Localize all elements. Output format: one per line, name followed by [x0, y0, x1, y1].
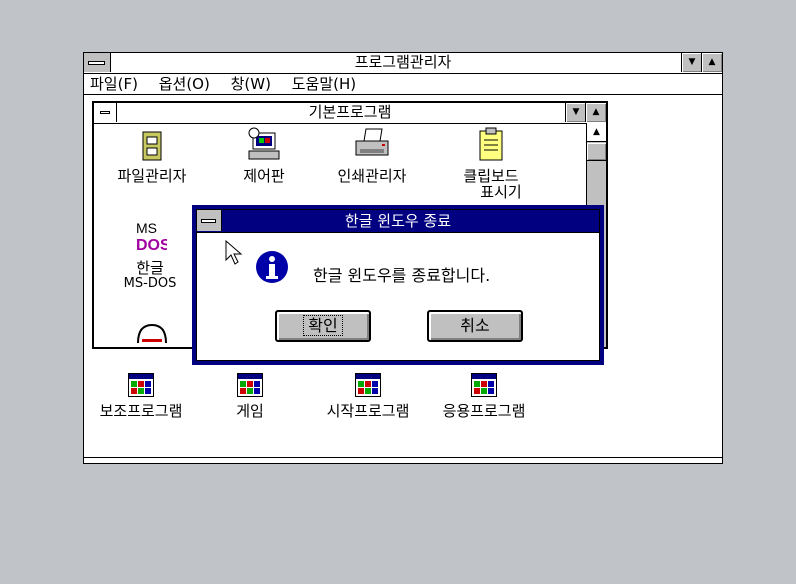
- info-icon: [256, 251, 288, 283]
- dialog-system-menu-icon[interactable]: [197, 210, 222, 231]
- main-group-title: 기본프로그램: [308, 103, 392, 121]
- group-system-menu-icon[interactable]: [94, 103, 117, 122]
- group-maximize-icon[interactable]: ▲: [585, 103, 606, 122]
- program-manager-title: 프로그램관리자: [354, 53, 452, 71]
- cancel-button[interactable]: 취소: [427, 310, 523, 342]
- ok-button[interactable]: 확인: [275, 310, 371, 342]
- program-group-icon: [355, 373, 381, 397]
- program-group-icon: [471, 373, 497, 397]
- file-manager-label: 파일관리자: [117, 167, 187, 185]
- clipboard-icon: [479, 127, 503, 161]
- group-applications[interactable]: 응용프로그램: [424, 373, 544, 419]
- clipboard-item[interactable]: 클립보드 표시기: [446, 127, 536, 200]
- mouse-pointer-icon: [225, 240, 243, 265]
- group-applications-label: 응용프로그램: [442, 402, 526, 420]
- horizontal-divider: [84, 457, 722, 463]
- headphones-icon: [137, 323, 167, 344]
- menu-window[interactable]: 창(W): [231, 75, 271, 93]
- menu-help[interactable]: 도움말(H): [292, 75, 356, 93]
- cancel-button-label: 취소: [460, 316, 490, 335]
- print-manager-item[interactable]: 인쇄관리자: [320, 127, 424, 184]
- clipboard-label-line2: 표시기: [480, 183, 522, 201]
- group-minimize-icon[interactable]: ▼: [565, 103, 586, 122]
- dialog-message: 한글 윈도우를 종료합니다.: [313, 266, 491, 285]
- system-menu-icon[interactable]: [84, 53, 111, 72]
- minimize-icon[interactable]: ▼: [681, 53, 702, 72]
- scroll-up-icon[interactable]: ▲: [587, 123, 606, 142]
- exit-windows-dialog: 한글 윈도우 종료 한글 윈도우를 종료합니다. 확인 취소: [192, 205, 604, 365]
- dialog-titlebar[interactable]: 한글 윈도우 종료: [197, 210, 599, 233]
- menu-bar: 파일(F) 옵션(O) 창(W) 도움말(H): [84, 74, 722, 95]
- printer-icon: [355, 128, 389, 156]
- scroll-thumb[interactable]: [587, 143, 606, 161]
- program-group-icon: [128, 373, 154, 397]
- control-panel-icon: [248, 127, 280, 160]
- maximize-icon[interactable]: ▲: [701, 53, 722, 72]
- ms-dos-label-2: MS-DOS: [123, 276, 177, 291]
- group-accessories-label: 보조프로그램: [99, 402, 183, 420]
- ms-dos-label-1: 한글: [136, 259, 164, 277]
- ms-dos-icon: MS DOS: [136, 220, 171, 254]
- control-panel-item[interactable]: 제어판: [224, 127, 304, 184]
- ms-dos-item[interactable]: MS DOS 한글 MS-DOS: [112, 219, 188, 292]
- ok-button-label: 확인: [303, 315, 343, 336]
- svg-text:MS: MS: [136, 220, 157, 236]
- clipboard-label: 클립보드: [463, 167, 519, 185]
- group-games[interactable]: 게임: [210, 373, 290, 419]
- file-manager-item[interactable]: 파일관리자: [98, 131, 206, 184]
- main-group-titlebar[interactable]: 기본프로그램 ▼ ▲: [94, 103, 606, 124]
- menu-file[interactable]: 파일(F): [90, 75, 138, 93]
- control-panel-label: 제어판: [243, 167, 285, 185]
- dialog-title: 한글 윈도우 종료: [344, 212, 452, 230]
- program-manager-titlebar[interactable]: 프로그램관리자 ▼ ▲: [84, 53, 722, 74]
- group-accessories[interactable]: 보조프로그램: [84, 373, 198, 419]
- svg-text:DOS: DOS: [136, 237, 167, 253]
- file-cabinet-icon: [142, 131, 162, 161]
- group-startup-label: 시작프로그램: [326, 402, 410, 420]
- print-manager-label: 인쇄관리자: [337, 167, 407, 185]
- menu-options[interactable]: 옵션(O): [159, 75, 210, 93]
- dialog-body: 한글 윈도우 종료 한글 윈도우를 종료합니다. 확인 취소: [196, 209, 600, 361]
- program-group-icon: [237, 373, 263, 397]
- group-games-label: 게임: [236, 402, 264, 420]
- group-startup[interactable]: 시작프로그램: [312, 373, 424, 419]
